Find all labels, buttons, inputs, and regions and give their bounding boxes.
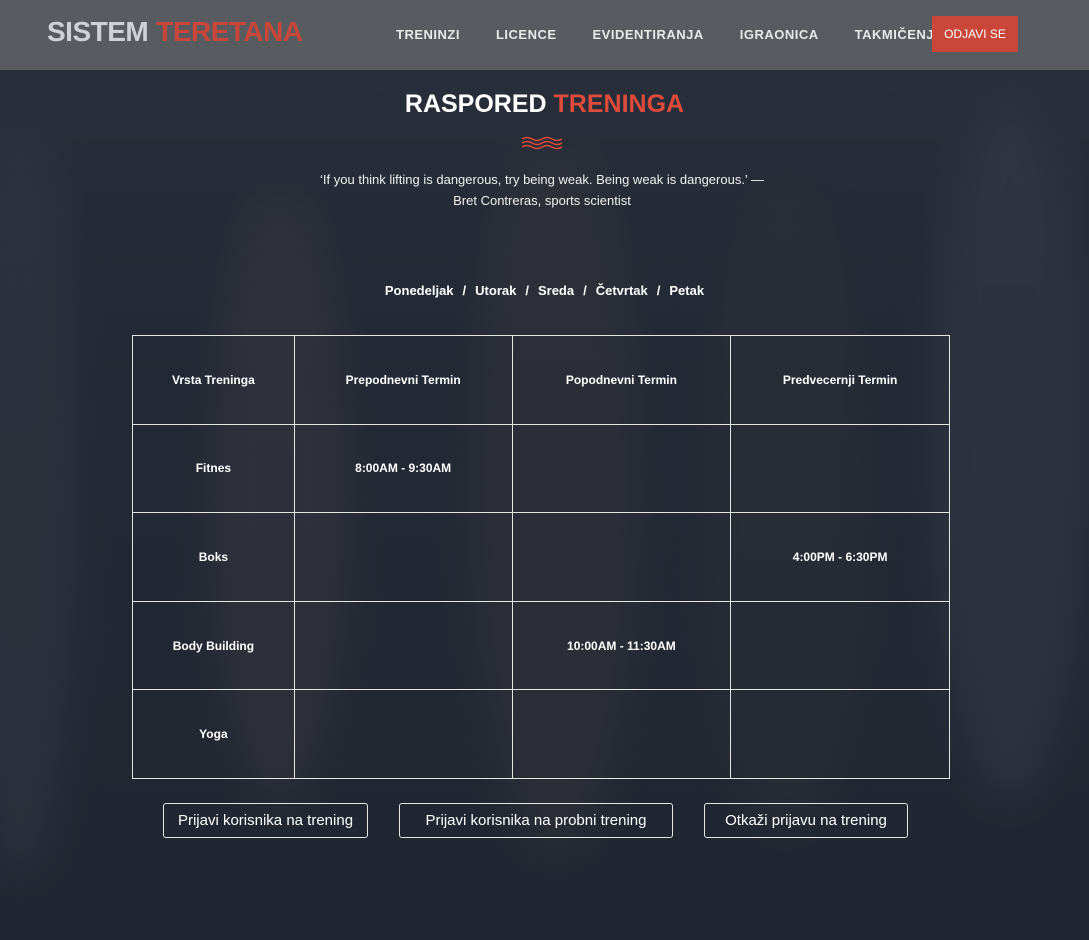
brand-part2: TERETANA (156, 16, 303, 47)
schedule-cell (293, 512, 513, 602)
day-link-monday[interactable]: Ponedeljak (385, 283, 454, 298)
schedule-cell (730, 600, 950, 691)
training-type-cell: Fitnes (132, 423, 295, 514)
schedule-cell (511, 512, 732, 602)
training-type-cell: Body Building (132, 600, 295, 691)
schedule-cell (730, 423, 950, 514)
brand-part1: SISTEM (47, 16, 149, 47)
table-row: Boks 4:00PM - 6:30PM (132, 512, 950, 602)
schedule-cell: 8:00AM - 9:30AM (293, 423, 513, 514)
schedule-cell: 4:00PM - 6:30PM (730, 512, 950, 602)
table-header-row: Vrsta Treninga Prepodnevni Termin Popodn… (132, 335, 950, 425)
enroll-trial-training-button[interactable]: Prijavi korisnika na probni trening (399, 803, 673, 838)
wave-divider-icon (521, 136, 563, 150)
motivational-quote: ‘If you think lifting is dangerous, try … (320, 172, 764, 208)
day-link-wednesday[interactable]: Sreda (538, 283, 574, 298)
training-type-cell: Boks (132, 512, 295, 602)
table-row: Fitnes 8:00AM - 9:30AM (132, 423, 950, 514)
main-nav: TRENINZI LICENCE EVIDENTIRANJA IGRAONICA… (396, 27, 980, 42)
training-type-cell: Yoga (132, 689, 295, 779)
nav-igraonica[interactable]: IGRAONICA (740, 27, 819, 42)
title-part1: RASPORED (404, 90, 547, 118)
top-navbar: SISTEM TERETANA TRENINZI LICENCE EVIDENTI… (0, 0, 1089, 70)
schedule-cell (730, 689, 950, 779)
nav-treninzi[interactable]: TRENINZI (396, 27, 460, 42)
page-title: RASPORED TRENINGA (0, 90, 1089, 119)
brand-logo[interactable]: SISTEM TERETANA (47, 16, 303, 48)
schedule-cell (511, 689, 732, 779)
enroll-training-button[interactable]: Prijavi korisnika na trening (163, 803, 368, 838)
column-header: Predvecernji Termin (730, 335, 950, 425)
schedule-table: Vrsta Treninga Prepodnevni Termin Popodn… (132, 335, 950, 779)
column-header: Prepodnevni Termin (293, 335, 513, 425)
schedule-cell (293, 600, 513, 691)
day-link-friday[interactable]: Petak (669, 283, 704, 298)
day-selector: Ponedeljak / Utorak / Sreda / Četvrtak / Petak (384, 283, 705, 298)
day-link-thursday[interactable]: Četvrtak (596, 283, 648, 298)
nav-takmicenja[interactable]: TAKMIČENJA (855, 27, 944, 42)
schedule-cell (293, 689, 513, 779)
table-row: Yoga (132, 689, 950, 779)
schedule-cell: 10:00AM - 11:30AM (511, 600, 732, 691)
nav-evidentiranja[interactable]: EVIDENTIRANJA (593, 27, 704, 42)
table-row: Body Building 10:00AM - 11:30AM (132, 600, 950, 691)
column-header: Popodnevni Termin (511, 335, 732, 425)
day-link-tuesday[interactable]: Utorak (475, 283, 516, 298)
schedule-cell (511, 423, 732, 514)
title-part2: TRENINGA (553, 90, 685, 118)
nav-licence[interactable]: LICENCE (496, 27, 557, 42)
column-header: Vrsta Treninga (132, 335, 295, 425)
cancel-enrollment-button[interactable]: Otkaži prijavu na trening (704, 803, 908, 838)
logout-button[interactable]: ODJAVI SE (932, 16, 1018, 52)
